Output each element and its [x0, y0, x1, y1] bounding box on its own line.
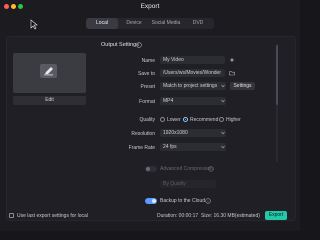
frame-rate-select[interactable]: 24 fps	[160, 143, 226, 151]
advanced-compression-toggle[interactable]	[145, 166, 157, 172]
preset-select[interactable]: Match to project settings	[160, 82, 226, 90]
backup-cloud-toggle[interactable]	[145, 198, 157, 204]
ai-sparkle-icon[interactable]	[229, 57, 235, 63]
pencil-icon	[44, 67, 53, 76]
quality-lower-label: Lower	[167, 117, 181, 123]
name-label: Name	[141, 58, 155, 64]
quality-recommend-radio[interactable]	[183, 117, 188, 122]
export-target-tabs: Local Device Social Media DVD	[86, 18, 214, 29]
use-last-settings-checkbox[interactable]	[9, 213, 14, 218]
format-label: Format	[139, 99, 155, 105]
backup-cloud-label: Backup to the Cloud	[160, 198, 206, 204]
export-button[interactable]: Export	[265, 211, 287, 220]
title-bar: Export	[0, 0, 300, 14]
frame-rate-label: Frame Rate	[128, 145, 155, 151]
tab-social-media[interactable]: Social Media	[150, 18, 182, 29]
advanced-compression-label: Advanced Compression	[160, 166, 214, 172]
edit-button[interactable]: Edit	[13, 96, 86, 105]
folder-icon[interactable]	[229, 70, 235, 76]
chevron-down-icon	[221, 84, 225, 88]
window-title: Export	[140, 3, 160, 10]
chevron-down-icon	[221, 99, 225, 103]
use-last-settings-label: Use last export settings for local	[17, 213, 88, 219]
tab-dvd[interactable]: DVD	[182, 18, 214, 29]
cloud-icon	[136, 42, 142, 48]
edit-thumbnail-icon[interactable]	[40, 64, 57, 78]
save-to-label: Save to	[138, 71, 155, 77]
quality-higher-radio[interactable]	[219, 117, 224, 122]
export-window: Export Local Device Social Media DVD Edi…	[0, 0, 300, 231]
info-icon[interactable]	[205, 198, 211, 204]
preset-label: Preset	[140, 84, 155, 90]
info-icon[interactable]	[208, 166, 214, 172]
quality-recommend-label: Recommend	[190, 117, 219, 123]
tab-local[interactable]: Local	[86, 18, 118, 29]
chevron-down-icon	[221, 131, 225, 135]
save-path-input[interactable]: /Users/ws/Movies/Wonder	[160, 69, 225, 77]
settings-button[interactable]: Settings	[230, 82, 255, 90]
quality-lower-radio[interactable]	[160, 117, 165, 122]
name-input[interactable]: My Video	[160, 56, 225, 64]
mouse-pointer-icon	[30, 19, 38, 30]
format-select[interactable]: MP4	[160, 97, 226, 105]
output-settings-title: Output Settings	[101, 42, 139, 48]
quality-higher-label: Higher	[226, 117, 241, 123]
duration-text: Duration: 00:00:17	[157, 213, 199, 219]
resolution-select[interactable]: 1920x1080	[160, 129, 226, 137]
size-text: Size: 16.30 MB(estimated)	[201, 213, 260, 219]
settings-scrollbar-thumb[interactable]	[276, 45, 278, 105]
chevron-down-icon	[221, 145, 225, 149]
resolution-label: Resolution	[131, 131, 155, 137]
compression-mode-select[interactable]: By Quality	[160, 180, 216, 188]
tab-device[interactable]: Device	[118, 18, 150, 29]
quality-label: Quality	[139, 117, 155, 123]
